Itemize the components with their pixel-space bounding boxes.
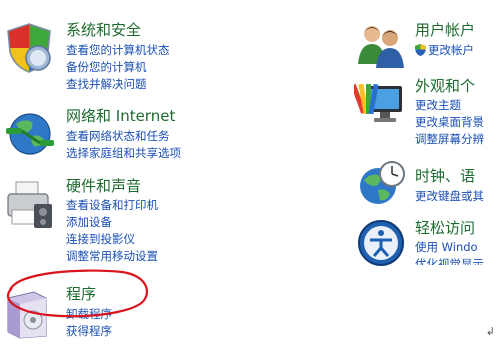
ease-of-access-icon[interactable]	[356, 218, 406, 268]
link-change-theme[interactable]: 更改主题	[415, 97, 484, 114]
category-title[interactable]: 用户帐户	[415, 21, 475, 39]
edge-mark: ↲	[485, 325, 495, 338]
uac-shield-icon	[415, 44, 426, 56]
users-icon[interactable]	[356, 22, 406, 72]
link-change-desktop-background[interactable]: 更改桌面背景	[415, 114, 484, 131]
link-change-account[interactable]: 更改帐户	[415, 42, 474, 59]
link-use-windows-recommend[interactable]: 使用 Windo	[415, 239, 484, 256]
category-title[interactable]: 时钟、语	[415, 167, 475, 185]
link-adjust-resolution[interactable]: 调整屏幕分辨	[415, 131, 484, 148]
category-title[interactable]: 外观和个	[415, 77, 475, 95]
link-label: 更改帐户	[428, 43, 474, 57]
category-title[interactable]: 轻松访问	[415, 219, 475, 237]
link-change-keyboard[interactable]: 更改键盘或其	[415, 188, 484, 205]
appearance-monitor-icon[interactable]	[354, 76, 404, 126]
clock-globe-icon[interactable]	[358, 160, 408, 210]
link-optimize-visual[interactable]: 优化视觉显示	[415, 256, 484, 265]
